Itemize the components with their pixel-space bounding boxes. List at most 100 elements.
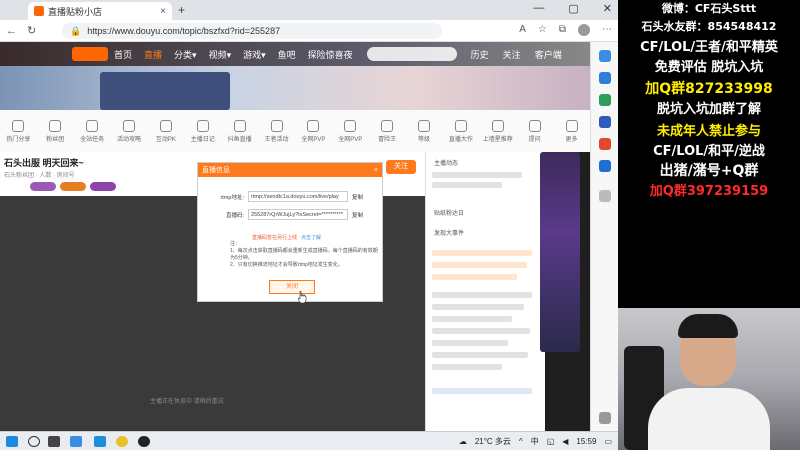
category-item[interactable]: 粉丝团 (37, 119, 74, 143)
search-icon[interactable] (599, 50, 611, 62)
ime-indicator[interactable]: 中 (531, 436, 539, 447)
category-item[interactable]: 更多 (553, 119, 590, 143)
follow-button[interactable]: 关注 (386, 160, 416, 174)
nav-live[interactable]: 直播 (144, 48, 162, 61)
room-tag[interactable] (60, 182, 86, 191)
dialog-header: 直播信息 × (198, 163, 382, 177)
address-bar-row: ← ↻ 🔒 https://www.douyu.com/topic/bszfxd… (0, 20, 618, 42)
tab-close-icon[interactable]: × (160, 6, 166, 17)
task-view-icon[interactable] (48, 436, 60, 447)
weather-text[interactable]: 21°C 多云 (475, 436, 511, 447)
category-item[interactable]: 互动PK (148, 119, 185, 143)
back-icon[interactable]: ← (6, 25, 17, 37)
overlay-line: 微博：CF石头Sttt (661, 2, 757, 15)
url-field[interactable]: 🔒 https://www.douyu.com/topic/bszfxd?rid… (62, 23, 442, 39)
settings-icon[interactable] (599, 412, 611, 424)
note-item: 2、只有切换推流地址才会导致rtmp地址发生变化。 (230, 262, 343, 268)
category-item[interactable]: 全网PVP (295, 119, 332, 143)
douyu-logo[interactable] (72, 47, 108, 61)
dialog-close-icon[interactable]: × (374, 167, 378, 174)
add-icon[interactable] (599, 190, 611, 202)
side-ad-banner[interactable] (540, 152, 580, 352)
room-tag[interactable] (90, 182, 116, 191)
nav-client[interactable]: 客户端 (535, 48, 562, 61)
read-aloud-icon[interactable]: A (519, 24, 526, 36)
nav-game[interactable]: 游戏▾ (243, 48, 266, 61)
games-icon[interactable] (599, 116, 611, 128)
overlay-line: 脱坑入坑加群了解 (656, 102, 761, 117)
tray-chevron-icon[interactable]: ^ (519, 437, 523, 446)
nav-category[interactable]: 分类▾ (174, 48, 197, 61)
category-item[interactable]: 主播日记 (184, 119, 221, 143)
nav-video[interactable]: 视频▾ (209, 48, 232, 61)
category-item[interactable]: 上墙星推荐 (479, 119, 516, 143)
app-icon[interactable] (116, 436, 128, 447)
rtmp-field[interactable]: rtmp://sendtc1a.douyu.com/live/play (248, 191, 348, 202)
windows-start-icon[interactable] (6, 436, 18, 447)
category-item[interactable]: 直播大作 (443, 119, 480, 143)
banner-card[interactable] (100, 72, 230, 110)
close-button[interactable]: 关闭 (269, 280, 315, 294)
chat-panel: 主播动态 贴纸粉达日 发现大事件 (425, 152, 545, 431)
lock-icon: 🔒 (70, 25, 82, 36)
edge-icon[interactable] (94, 436, 106, 447)
category-item[interactable]: 王者活动 (258, 119, 295, 143)
profile-avatar[interactable] (578, 24, 590, 36)
overlay-line: 加Q群397239159 (649, 184, 769, 199)
category-item[interactable]: 抖鱼直播 (221, 119, 258, 143)
category-item[interactable]: 等级 (406, 119, 443, 143)
chat-line (432, 328, 530, 334)
close-window-button[interactable]: ✕ (603, 2, 612, 15)
weather-icon: ☁ (458, 437, 467, 446)
nav-yuba[interactable]: 鱼吧 (278, 48, 296, 61)
category-icon (12, 119, 25, 132)
new-tab-button[interactable]: + (178, 3, 185, 17)
nav-home[interactable]: 首页 (114, 48, 132, 61)
chat-line (432, 352, 528, 358)
refresh-icon[interactable]: ↻ (27, 24, 36, 37)
copy-code-button[interactable]: 复制 (352, 211, 363, 219)
network-icon[interactable]: ◱ (547, 437, 555, 446)
category-label: 上墙星推荐 (482, 136, 513, 143)
code-field[interactable]: 255287rQrWJujLy?txSecret=********** (248, 209, 348, 220)
category-icon (528, 119, 541, 132)
maximize-button[interactable]: ▢ (568, 2, 578, 15)
room-tag[interactable] (30, 182, 56, 191)
chat-line (432, 292, 532, 298)
more-menu-icon[interactable]: ⋯ (602, 24, 612, 36)
hand-cursor-icon (297, 291, 307, 303)
explorer-icon[interactable] (70, 436, 82, 447)
copy-rtmp-button[interactable]: 复制 (352, 193, 363, 201)
category-item[interactable]: 热门分享 (0, 119, 37, 143)
chat-line (432, 340, 508, 346)
category-icon (86, 119, 99, 132)
tools-icon[interactable] (599, 94, 611, 106)
favorite-star-icon[interactable]: ☆ (538, 24, 547, 36)
overlay-line: 免费评估 脱坑入坑 (654, 60, 764, 75)
category-icon (159, 119, 172, 132)
outlook-icon[interactable] (599, 160, 611, 172)
nav-event[interactable]: 探险惊喜夜 (308, 48, 353, 61)
minimize-button[interactable]: — (533, 2, 544, 15)
obs-icon[interactable] (138, 436, 150, 447)
nav-follow[interactable]: 关注 (503, 48, 521, 61)
clock[interactable]: 15:59 (576, 437, 596, 446)
category-icon (454, 119, 467, 132)
office-icon[interactable] (599, 138, 611, 150)
site-search-input[interactable] (366, 47, 457, 61)
category-item[interactable]: 提问 (516, 119, 553, 143)
browser-tab[interactable]: 直播贴粉小店 × (28, 2, 172, 20)
tag-icon[interactable] (599, 72, 611, 84)
category-label: 更多 (565, 136, 578, 143)
category-item[interactable]: 活动攻略 (111, 119, 148, 143)
nav-history[interactable]: 历史 (471, 48, 489, 61)
notification-icon[interactable]: ▭ (604, 437, 612, 446)
category-item[interactable]: 冒险王 (369, 119, 406, 143)
category-item[interactable]: 全网PVP (332, 119, 369, 143)
collections-icon[interactable]: ⧉ (559, 24, 566, 36)
category-label: 抖鱼直播 (227, 136, 252, 143)
volume-icon[interactable]: ◀ (562, 437, 568, 446)
category-item[interactable]: 全站任务 (74, 119, 111, 143)
search-icon[interactable] (28, 436, 40, 447)
category-icon (49, 119, 62, 132)
